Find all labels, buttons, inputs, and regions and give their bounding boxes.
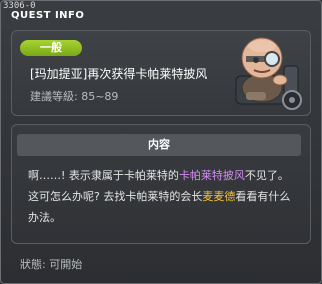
title-bar[interactable]: 3306-0 QUEST INFO — [1, 1, 321, 25]
desc-text-1: 啊……! 表示隶属于卡帕莱特的 — [28, 169, 179, 182]
npc-portrait-icon — [232, 36, 306, 112]
highlight-npc-name: 麦麦德 — [202, 190, 236, 203]
quest-description: 啊……! 表示隶属于卡帕莱特的卡帕莱特披风不见了。这可怎么办呢? 去找卡帕莱特的… — [28, 165, 298, 228]
content-header: 内容 — [17, 134, 301, 156]
quest-status: 狀態: 可開始 — [20, 258, 83, 271]
window-title: QUEST INFO — [11, 10, 85, 21]
quest-name: [玛加提亚]再次获得卡帕莱特披风 — [30, 67, 208, 81]
highlight-item-name: 卡帕莱特披风 — [178, 169, 245, 182]
recommended-level: 建議等級: 85~89 — [30, 90, 119, 103]
quest-category-badge: 一般 — [20, 40, 82, 56]
